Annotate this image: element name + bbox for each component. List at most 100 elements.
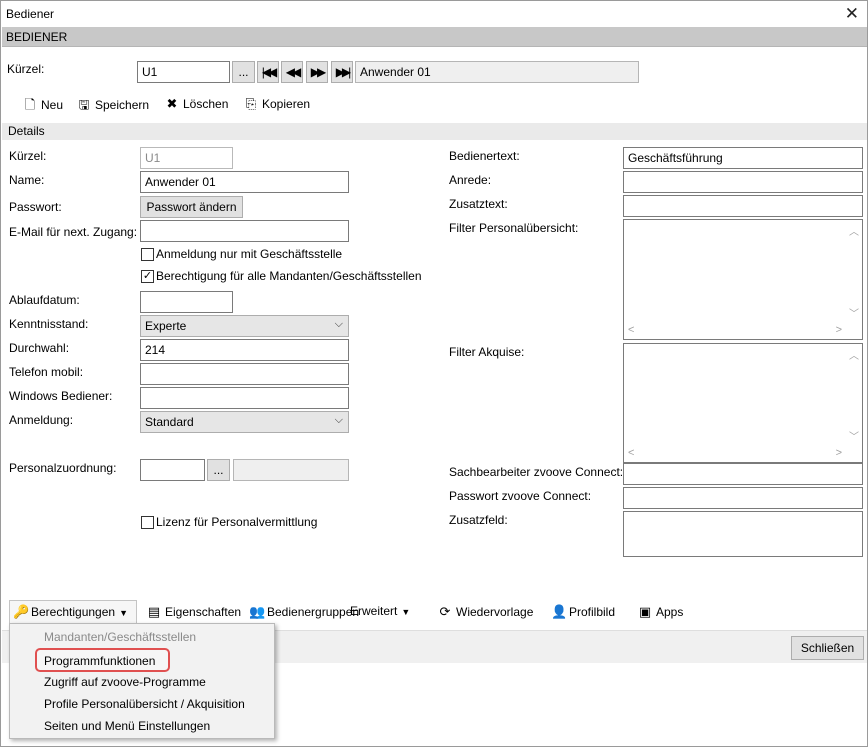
anmeldung-value: Standard — [145, 415, 194, 429]
scroll-right-icon[interactable]: > — [836, 447, 842, 459]
sachbearbeiter-field[interactable] — [623, 463, 863, 485]
key-icon: 🔑 — [13, 604, 30, 619]
zusatztext-field[interactable] — [623, 195, 863, 217]
berechtigungen-dropdown-button[interactable]: 🔑 Berechtigungen ▼ — [9, 600, 137, 624]
copy-button[interactable]: ⎘ Kopieren — [244, 96, 310, 114]
berechtigungen-label: Berechtigungen — [31, 605, 116, 619]
sachbearbeiter-label: Sachbearbeiter zvoove Connect: — [449, 465, 624, 479]
checkbox-lizenz[interactable] — [141, 516, 154, 529]
zusatztext-label: Zusatztext: — [449, 197, 508, 211]
close-icon[interactable]: ✕ — [845, 4, 859, 24]
wiedervorlage-label: Wiedervorlage — [456, 605, 534, 619]
kuerzel-browse-button[interactable]: ... — [232, 61, 255, 83]
user-group-icon: 👥 — [249, 604, 266, 619]
personalzuordnung-display — [233, 459, 349, 481]
save-label: Speichern — [95, 98, 150, 112]
scroll-left-icon[interactable]: < — [628, 447, 634, 459]
berechtigungen-menu: Mandanten/Geschäftsstellen Programmfunkt… — [9, 623, 275, 739]
bedienergruppen-button[interactable]: 👥 Bedienergruppen — [249, 604, 359, 622]
kenntnisstand-value: Experte — [145, 319, 187, 333]
menu-item-zugriff-programme[interactable]: Zugriff auf zvoove-Programme — [44, 675, 206, 689]
save-button[interactable]: 🖫 Speichern — [77, 96, 149, 114]
email-field[interactable] — [140, 220, 349, 242]
new-button[interactable]: 🗋 Neu — [23, 96, 63, 114]
menu-item-profile[interactable]: Profile Personalübersicht / Akquisition — [44, 697, 245, 711]
kenntnisstand-label: Kenntnisstand: — [9, 317, 89, 331]
passwort-label: Passwort: — [9, 200, 62, 214]
kuerzel-label: Kürzel: — [9, 149, 47, 163]
apps-button[interactable]: ▣ Apps — [638, 604, 684, 622]
scroll-left-icon[interactable]: < — [628, 324, 634, 336]
kuerzel-label-top: Kürzel: — [7, 62, 45, 76]
menu-item-seiten-menue[interactable]: Seiten und Menü Einstellungen — [44, 719, 210, 733]
first-record-button[interactable]: |◀◀ — [257, 61, 279, 83]
bedienertext-field[interactable]: Geschäftsführung — [623, 147, 863, 169]
eigenschaften-button[interactable]: ▤ Eigenschaften — [147, 604, 241, 622]
delete-button[interactable]: ✖ Löschen — [165, 96, 229, 114]
windows-bediener-field[interactable] — [140, 387, 349, 409]
vertical-scrollbar[interactable]: ︿ ﹀ — [846, 344, 862, 446]
checkbox-berechtigung-alle[interactable]: ✓ — [141, 270, 154, 283]
durchwahl-field[interactable]: 214 — [140, 339, 349, 361]
horizontal-scrollbar[interactable]: < > — [624, 446, 846, 462]
apps-icon: ▣ — [638, 604, 652, 619]
scroll-up-icon[interactable]: ︿ — [846, 347, 862, 362]
erweitert-dropdown-button[interactable]: Erweitert ▼ — [350, 604, 410, 622]
refresh-icon: ⟳ — [439, 604, 451, 619]
checkbox-anmeldung-geschaeftsstelle[interactable] — [141, 248, 154, 261]
personalzuordnung-field[interactable] — [140, 459, 205, 481]
kenntnisstand-select[interactable]: Experte ⌵ — [140, 315, 349, 337]
kuerzel-field: U1 — [140, 147, 233, 169]
checkbox-berechtigung-label: Berechtigung für alle Mandanten/Geschäft… — [156, 269, 422, 283]
delete-icon: ✖ — [166, 96, 178, 111]
kuerzel-input-top[interactable]: U1 — [137, 61, 230, 83]
scroll-right-icon[interactable]: > — [836, 324, 842, 336]
properties-icon: ▤ — [147, 604, 161, 619]
profilbild-button[interactable]: 👤 Profilbild — [551, 604, 615, 622]
wiedervorlage-button[interactable]: ⟳ Wiedervorlage — [438, 604, 534, 622]
bedienergruppen-label: Bedienergruppen — [267, 605, 360, 619]
anmeldung-select[interactable]: Standard ⌵ — [140, 411, 349, 433]
anrede-field[interactable] — [623, 171, 863, 193]
last-record-button[interactable]: ▶▶| — [331, 61, 353, 83]
dropdown-arrow-icon: ▼ — [401, 607, 411, 617]
close-button[interactable]: Schließen — [791, 636, 864, 660]
windows-bediener-label: Windows Bediener: — [9, 389, 113, 403]
title-bar: Bediener ✕ — [1, 1, 867, 27]
change-password-button[interactable]: Passwort ändern — [140, 196, 243, 218]
anrede-label: Anrede: — [449, 173, 492, 187]
dropdown-arrow-icon: ▼ — [119, 608, 128, 618]
filter-personal-textarea[interactable]: ︿ ﹀ < > — [623, 219, 863, 340]
prev-record-button[interactable]: ◀◀ — [281, 61, 303, 83]
eigenschaften-label: Eigenschaften — [165, 605, 242, 619]
ablaufdatum-label: Ablaufdatum: — [9, 293, 80, 307]
name-label: Name: — [9, 173, 45, 187]
scroll-down-icon[interactable]: ﹀ — [846, 305, 862, 320]
scroll-up-icon[interactable]: ︿ — [846, 223, 862, 238]
scroll-down-icon[interactable]: ﹀ — [846, 428, 862, 443]
checkbox-anmeldung-label: Anmeldung nur mit Geschäftsstelle — [156, 247, 343, 261]
window-title: Bediener — [6, 7, 55, 21]
details-title: Details — [8, 124, 45, 138]
ablaufdatum-field[interactable] — [140, 291, 233, 313]
section-header: BEDIENER — [2, 27, 867, 47]
details-header: Details — [2, 123, 867, 140]
name-field[interactable]: Anwender 01 — [140, 171, 349, 193]
filter-akquise-label: Filter Akquise: — [449, 345, 525, 359]
erweitert-label: Erweitert — [350, 604, 398, 618]
next-record-button[interactable]: ▶▶ — [306, 61, 328, 83]
vertical-scrollbar[interactable]: ︿ ﹀ — [846, 220, 862, 323]
filter-akquise-textarea[interactable]: ︿ ﹀ < > — [623, 343, 863, 463]
telefon-mobil-field[interactable] — [140, 363, 349, 385]
passwort-connect-label: Passwort zvoove Connect: — [449, 489, 592, 503]
telefon-mobil-label: Telefon mobil: — [9, 365, 84, 379]
profile-picture-icon: 👤 — [551, 604, 568, 619]
menu-item-programmfunktionen[interactable]: Programmfunktionen — [44, 654, 155, 668]
passwort-connect-field[interactable] — [623, 487, 863, 509]
new-label: Neu — [41, 98, 64, 112]
personalzuordnung-browse-button[interactable]: ... — [207, 459, 230, 481]
zusatzfeld-label: Zusatzfeld: — [449, 513, 508, 527]
horizontal-scrollbar[interactable]: < > — [624, 323, 846, 339]
zusatzfeld-textarea[interactable] — [623, 511, 863, 557]
menu-item-mandanten: Mandanten/Geschäftsstellen — [44, 630, 197, 644]
